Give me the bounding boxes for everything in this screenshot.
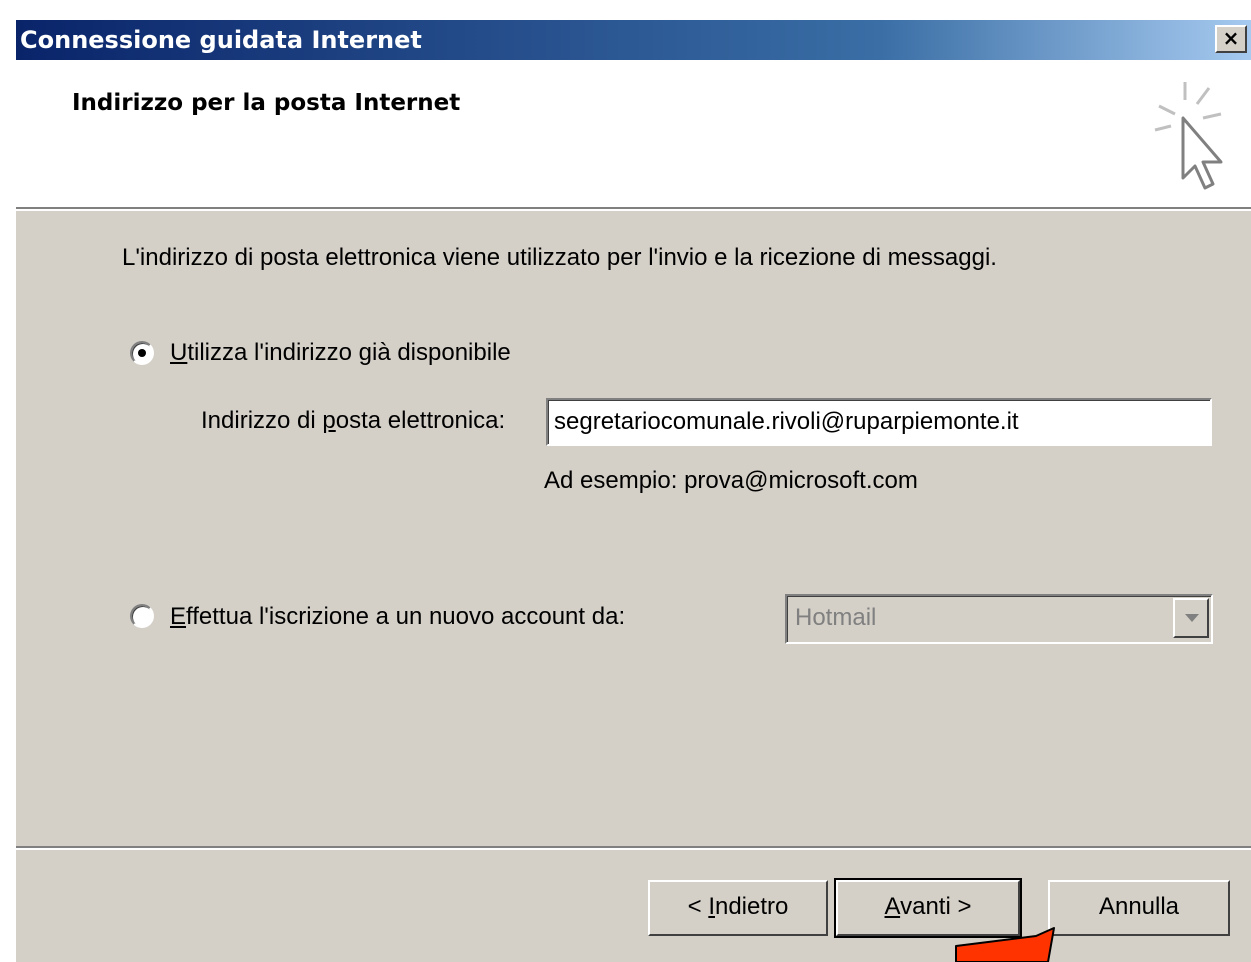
- email-example-text: Ad esempio: prova@microsoft.com: [544, 467, 918, 494]
- provider-select[interactable]: Hotmail: [785, 594, 1213, 644]
- radio-new-account[interactable]: [130, 604, 154, 628]
- description-text: L'indirizzo di posta elettronica viene u…: [122, 244, 997, 271]
- radio-use-existing[interactable]: [130, 341, 154, 365]
- close-button[interactable]: ×: [1215, 25, 1247, 53]
- email-field-label: Indirizzo di posta elettronica:: [201, 407, 506, 434]
- radio-new-account-label[interactable]: Effettua l'iscrizione a un nuovo account…: [170, 603, 625, 631]
- cancel-button[interactable]: Annulla: [1048, 880, 1230, 936]
- radio-use-existing-label[interactable]: Utilizza l'indirizzo già disponibile: [170, 339, 511, 367]
- annotation-arrow-icon: [955, 927, 1055, 962]
- wizard-window: Connessione guidata Internet × Indirizzo…: [14, 20, 1251, 962]
- provider-select-value: Hotmail: [795, 604, 877, 631]
- chevron-down-icon[interactable]: [1173, 598, 1209, 638]
- radio-selected-dot: [138, 349, 146, 357]
- close-icon: ×: [1222, 26, 1240, 50]
- wizard-header: Indirizzo per la posta Internet: [16, 60, 1251, 209]
- title-bar[interactable]: Connessione guidata Internet ×: [16, 20, 1251, 60]
- footer-divider: [16, 846, 1251, 850]
- wizard-cursor-icon: [1154, 82, 1223, 190]
- back-button[interactable]: < Indietro: [648, 880, 828, 936]
- window-title: Connessione guidata Internet: [20, 26, 422, 54]
- email-field[interactable]: [546, 398, 1212, 446]
- page-title: Indirizzo per la posta Internet: [72, 90, 461, 116]
